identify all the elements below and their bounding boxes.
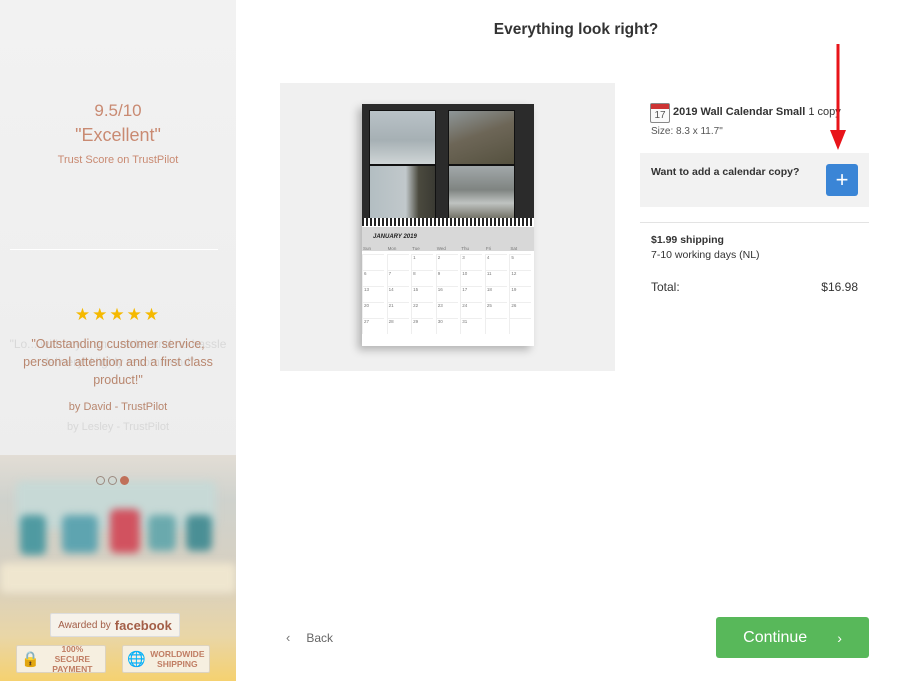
calendar-date-cell: 22	[411, 302, 434, 318]
calendar-date-cell: 31	[460, 318, 483, 334]
calendar-date-cell: 24	[460, 302, 483, 318]
calendar-date-cell	[362, 254, 384, 270]
product-size: Size: 8.3 x 11.7"	[651, 126, 723, 137]
add-copy-label: Want to add a calendar copy?	[651, 166, 800, 178]
calendar-photo	[369, 110, 436, 165]
calendar-date-cell: 19	[509, 286, 532, 302]
back-label: Back	[306, 630, 334, 645]
calendar-day-header: Thu	[461, 246, 470, 251]
calendar-date-cell	[484, 318, 507, 334]
calendar-date-cell: 8	[411, 270, 434, 286]
calendar-date-cell: 21	[386, 302, 409, 318]
page-title: Everything look right?	[493, 21, 659, 38]
calendar-date-cell: 2	[435, 254, 458, 270]
chevron-left-icon: ‹	[286, 630, 291, 645]
calendar-day-header: Sat	[510, 246, 518, 251]
calendar-date-cell: 30	[435, 318, 458, 334]
calendar-spiral-binding	[362, 218, 534, 226]
add-copy-button[interactable]: +	[826, 164, 858, 196]
review-carousel-dots	[96, 476, 129, 485]
calendar-date-cell: 25	[484, 302, 507, 318]
trust-sidebar: 9.5/10 "Excellent" Trust Score on TrustP…	[0, 0, 236, 681]
calendar-date-cell: 29	[411, 318, 434, 334]
calendar-day-header: Sun	[363, 246, 372, 251]
secure-payment-text: 100% SECURE PAYMENT	[52, 644, 93, 674]
calendar-icon: 17	[650, 103, 670, 123]
calendar-date-cell: 20	[362, 302, 384, 318]
product-name: 2019 Wall Calendar Small	[673, 106, 806, 118]
sidebar-background	[0, 0, 236, 460]
back-button[interactable]: ‹ Back	[286, 630, 333, 645]
worldwide-shipping-badge: 🌐 WORLDWIDE SHIPPING	[122, 645, 210, 673]
calendar-date-cell: 9	[435, 270, 458, 286]
summary-divider	[640, 222, 869, 223]
calendar-date-cell	[386, 254, 409, 270]
calendar-day-header: Wed	[436, 246, 446, 251]
calendar-date-cell	[509, 318, 532, 334]
calendar-day-header: Tue	[412, 246, 420, 251]
calendar-date-cell: 4	[484, 254, 507, 270]
previous-review-author: by Lesley - TrustPilot	[66, 421, 170, 433]
calendar-date-cell: 27	[362, 318, 384, 334]
calendar-month-label: JANUARY 2019	[373, 234, 417, 240]
calendar-day-header: Fri	[485, 246, 492, 251]
shipping-days: 7-10 working days (NL)	[651, 249, 760, 261]
trust-score-source: Trust Score on TrustPilot	[57, 154, 179, 166]
calendar-date-cell: 3	[460, 254, 483, 270]
calendar-photo	[448, 165, 515, 220]
calendar-date-cell: 18	[484, 286, 507, 302]
total-label: Total:	[651, 280, 680, 294]
continue-label: Continue	[743, 628, 808, 646]
red-arrow-annotation	[830, 44, 846, 150]
calendar-date-cell: 15	[411, 286, 434, 302]
calendar-date-cell: 11	[484, 270, 507, 286]
calendar-date-cell: 6	[362, 270, 384, 286]
calendar-date-cell: 23	[435, 302, 458, 318]
secure-payment-badge: 🔒 100% SECURE PAYMENT	[16, 644, 106, 674]
calendar-photo	[369, 165, 436, 220]
calendar-date-cell: 10	[460, 270, 483, 286]
carousel-dot[interactable]	[108, 476, 117, 485]
carousel-dot[interactable]	[96, 476, 105, 485]
review-quote: "Outstanding customer service, personal …	[23, 337, 213, 387]
calendar-date-cell: 26	[509, 302, 532, 318]
calendar-date-cell: 5	[509, 254, 532, 270]
calendar-date-cell: 16	[435, 286, 458, 302]
rating-stars-icon: ★★★★★	[74, 305, 162, 324]
facebook-award-badge: Awarded by facebook	[50, 613, 180, 637]
calendar-date-cell: 28	[386, 318, 409, 334]
calendar-photo	[448, 110, 515, 165]
lock-icon: 🔒	[21, 651, 40, 668]
shipping-price: $1.99 shipping	[651, 234, 724, 246]
badge-awarded-text: Awarded by	[58, 619, 111, 631]
calendar-photo-collage	[362, 104, 534, 222]
calendar-date-cell: 7	[386, 270, 409, 286]
chevron-right-icon: ›	[837, 629, 842, 646]
facebook-logo: facebook	[114, 617, 172, 633]
calendar-preview[interactable]: JANUARY 2019 Sun Mon Tue Wed Thu Fri Sat 1 2 3 4 5 6…	[362, 104, 534, 346]
carousel-dot-active[interactable]	[120, 476, 129, 485]
continue-button[interactable]: Continue ›	[716, 617, 869, 658]
calendar-day-header: Mon	[387, 246, 397, 251]
total-value: $16.98	[821, 280, 858, 294]
calendar-date-cell: 1	[411, 254, 434, 270]
review-author: by David - TrustPilot	[68, 401, 168, 413]
trust-score-word: "Excellent"	[75, 125, 161, 145]
worldwide-shipping-text: WORLDWIDE SHIPPING	[150, 649, 205, 669]
product-title: 2019 Wall Calendar Small 1 copy	[673, 106, 841, 118]
calendar-date-cell: 14	[386, 286, 409, 302]
calendar-date-cell: 12	[509, 270, 532, 286]
calendar-date-cell: 17	[460, 286, 483, 302]
trust-score: 9.5/10	[94, 101, 142, 120]
globe-icon: 🌐	[127, 651, 146, 668]
sidebar-divider	[10, 249, 218, 250]
calendar-date-grid: Sun Mon Tue Wed Thu Fri Sat 1 2 3 4 5 6 7 8 9 10 11 12 13 14…	[362, 246, 534, 346]
calendar-date-cell: 13	[362, 286, 384, 302]
